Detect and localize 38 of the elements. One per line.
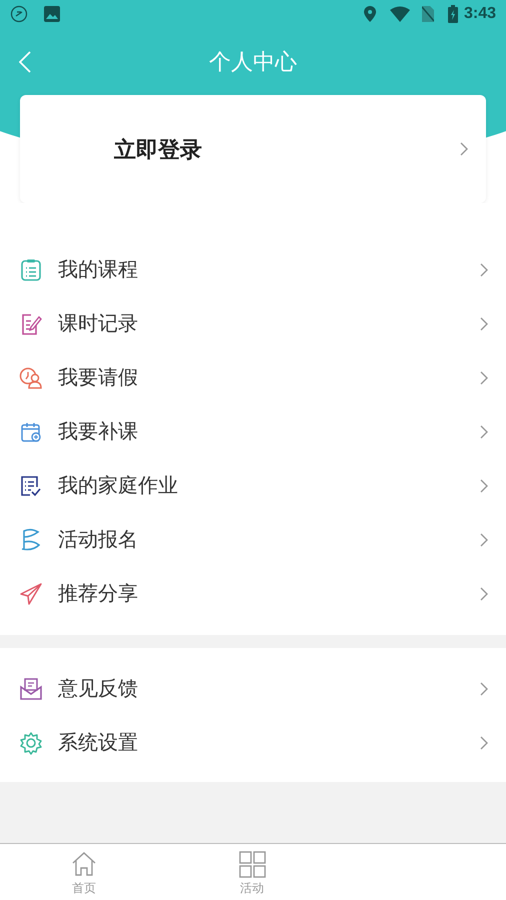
menu-item[interactable]: 系统设置	[0, 716, 506, 770]
chevron-icon	[480, 736, 488, 750]
menu-label: 意见反馈	[58, 677, 139, 702]
chevron-icon	[480, 533, 488, 547]
image-icon	[44, 6, 60, 22]
menu-label: 我的课程	[58, 258, 139, 283]
page-title: 个人中心	[209, 48, 297, 76]
menu-item[interactable]: 我的家庭作业	[0, 459, 506, 513]
menu-label: 推荐分享	[58, 582, 139, 607]
menu-item[interactable]: 意见反馈	[0, 662, 506, 716]
clock-time: 3:43	[464, 4, 496, 24]
menu-label: 课时记录	[58, 312, 139, 337]
menu-item[interactable]: 活动报名	[0, 513, 506, 567]
menu-item[interactable]: 我要请假	[0, 351, 506, 405]
chevron-icon	[480, 479, 488, 493]
chevron-icon	[480, 317, 488, 331]
chevron-icon	[480, 371, 488, 385]
wifi-icon	[390, 6, 410, 22]
chevron-icon	[480, 682, 488, 696]
chevron-icon	[480, 425, 488, 439]
login-card[interactable]: 立即登录	[20, 95, 486, 203]
menu-label: 我要请假	[58, 366, 139, 391]
menu-label: 系统设置	[58, 731, 139, 756]
menu-item[interactable]: 推荐分享	[0, 567, 506, 621]
menu-label: 我的家庭作业	[58, 474, 179, 499]
battery-icon	[448, 5, 458, 23]
menu-item[interactable]: 我的课程	[0, 243, 506, 297]
grid-icon	[238, 850, 266, 879]
menu-item[interactable]: 我要补课	[0, 405, 506, 459]
notification-icon	[10, 5, 28, 23]
location-icon	[364, 6, 376, 22]
back-icon[interactable]	[19, 50, 31, 72]
menu-label: 我要补课	[58, 420, 139, 445]
menu-item[interactable]: 课时记录	[0, 297, 506, 351]
chevron-icon	[480, 263, 488, 277]
menu-label: 活动报名	[58, 528, 139, 553]
chevron-icon	[480, 587, 488, 601]
chevron-icon	[460, 142, 468, 156]
